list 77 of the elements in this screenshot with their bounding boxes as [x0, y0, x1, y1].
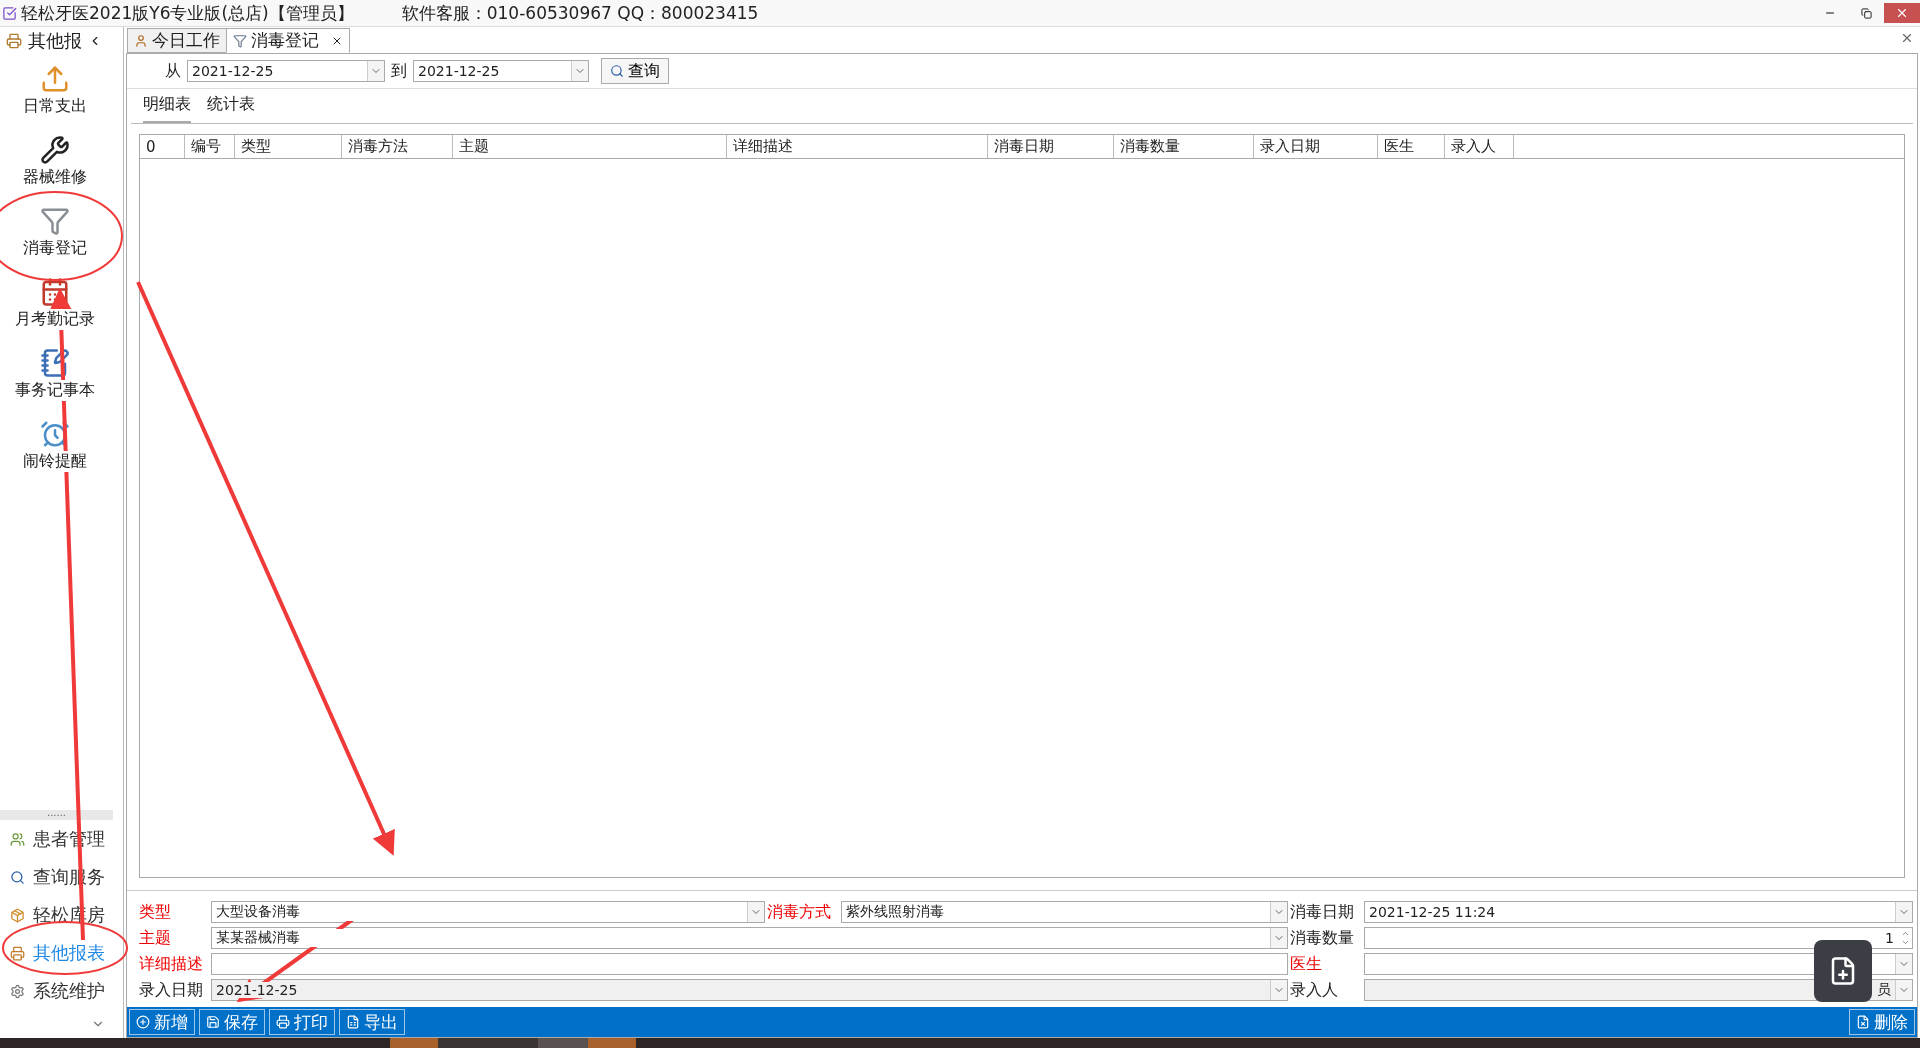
date-dropdown[interactable]: 2021-12-25: [413, 60, 589, 82]
field-label: 录入日期: [139, 979, 204, 1001]
close-panel-button[interactable]: [1900, 31, 1914, 45]
search-icon: [610, 64, 624, 78]
restore-icon: [1860, 7, 1872, 19]
toolbar-icon: [136, 1015, 150, 1029]
dropdown-field[interactable]: 2021-12-25 11:24: [1364, 901, 1913, 923]
support-info: 软件客服：010-60530967 QQ：800023415: [401, 1, 759, 25]
column-header[interactable]: 0: [140, 135, 185, 158]
close-icon: [1895, 6, 1909, 20]
column-header[interactable]: 编号: [185, 135, 235, 158]
tab-icon: [134, 33, 148, 48]
delete-button[interactable]: 删除: [1849, 1009, 1915, 1035]
number-field[interactable]: 1: [1364, 927, 1913, 949]
printer-icon: [6, 33, 22, 49]
nav-icon: [10, 945, 25, 961]
text-field[interactable]: [211, 953, 1288, 975]
toolbar-icon: [346, 1015, 360, 1029]
app-icon: [40, 135, 70, 165]
sidebar-app[interactable]: 器械维修: [0, 126, 110, 197]
nav-icon: [10, 983, 25, 999]
field-label: 详细描述: [139, 953, 204, 975]
dropdown-field[interactable]: 大型设备消毒: [211, 901, 765, 923]
field-label: 医生: [1290, 953, 1323, 975]
delete-icon: [1856, 1015, 1870, 1029]
column-header[interactable]: 录入日期: [1254, 135, 1378, 158]
field-label: 类型: [139, 901, 172, 923]
nav-item[interactable]: 系统维护: [0, 972, 123, 1010]
sidebar-app[interactable]: 月考勤记录: [0, 268, 110, 339]
app-icon: [40, 277, 70, 307]
field-label: 消毒日期: [1290, 901, 1355, 923]
sidebar-app[interactable]: 事务记事本: [0, 339, 110, 410]
column-header[interactable]: 医生: [1378, 135, 1445, 158]
column-header[interactable]: 消毒日期: [988, 135, 1114, 158]
add-file-button[interactable]: [1814, 940, 1872, 1002]
column-header[interactable]: 详细描述: [727, 135, 988, 158]
toolbar-button[interactable]: 打印: [269, 1009, 335, 1035]
close-button[interactable]: [1884, 3, 1920, 23]
nav-icon: [10, 907, 25, 923]
field-label: 录入人: [1290, 979, 1339, 1001]
tab[interactable]: 消毒登记: [226, 28, 350, 53]
app-icon: [40, 419, 70, 449]
column-header[interactable]: 录入人: [1445, 135, 1514, 158]
field-label: 消毒数量: [1290, 927, 1355, 949]
date-dropdown[interactable]: 2021-12-25: [187, 60, 385, 82]
tab-icon: [233, 33, 247, 48]
sidebar-title: 其他报: [28, 29, 82, 53]
nav-icon: [10, 869, 25, 885]
sub-tab[interactable]: 明细表: [143, 94, 191, 123]
query-button[interactable]: 查询: [601, 58, 669, 84]
app-icon: [40, 206, 70, 236]
sub-tab[interactable]: 统计表: [207, 94, 255, 123]
tab[interactable]: 今日工作: [127, 28, 227, 53]
column-header[interactable]: 主题: [453, 135, 727, 158]
app-icon: [40, 348, 70, 378]
field-label: 主题: [139, 927, 172, 949]
app-icon: [2, 5, 17, 21]
from-label: 从: [165, 60, 181, 82]
dropdown-field[interactable]: 紫外线照射消毒: [841, 901, 1288, 923]
toolbar-button[interactable]: 新增: [129, 1009, 195, 1035]
more-handle[interactable]: ......: [0, 810, 113, 820]
sidebar-app[interactable]: 日常支出: [0, 55, 110, 126]
column-header[interactable]: 消毒数量: [1114, 135, 1254, 158]
nav-icon: [10, 831, 25, 847]
toolbar-button[interactable]: 导出: [339, 1009, 405, 1035]
window-title: 轻松牙医2021版Y6专业版(总店)【管理员】: [21, 1, 354, 25]
to-label: 到: [391, 60, 407, 82]
sidebar-app[interactable]: 闹铃提醒: [0, 410, 110, 481]
column-header[interactable]: 消毒方法: [342, 135, 453, 158]
toolbar-button[interactable]: 保存: [199, 1009, 265, 1035]
toolbar-icon: [276, 1015, 290, 1029]
column-header[interactable]: 类型: [235, 135, 342, 158]
close-icon: [1900, 31, 1914, 45]
dropdown-field[interactable]: 某某器械消毒: [211, 927, 1288, 949]
toolbar-icon: [206, 1015, 220, 1029]
app-icon: [40, 64, 70, 94]
field-label: 消毒方式: [767, 901, 832, 923]
